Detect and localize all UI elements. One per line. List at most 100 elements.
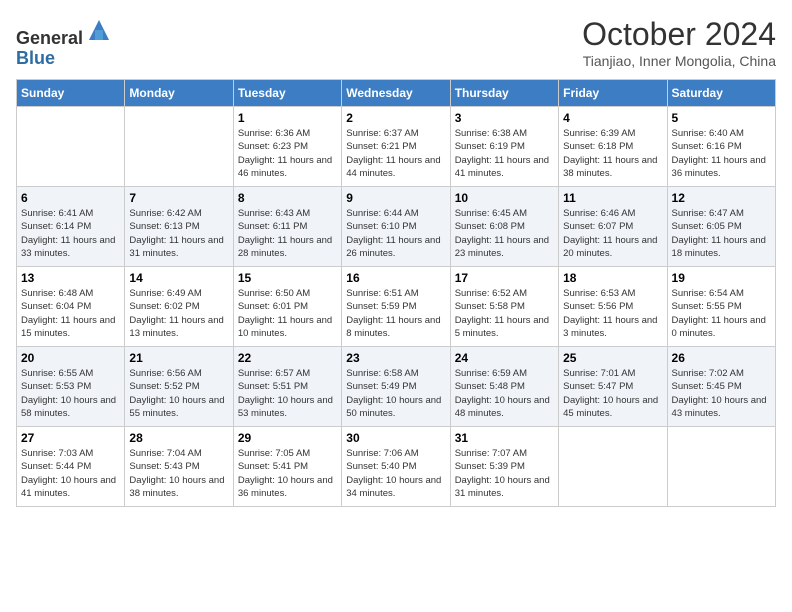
title-block: October 2024 Tianjiao, Inner Mongolia, C… bbox=[582, 16, 776, 69]
day-number: 7 bbox=[129, 191, 228, 205]
day-number: 8 bbox=[238, 191, 337, 205]
day-detail: Sunrise: 6:53 AMSunset: 5:56 PMDaylight:… bbox=[563, 287, 662, 340]
day-number: 1 bbox=[238, 111, 337, 125]
calendar-cell: 14Sunrise: 6:49 AMSunset: 6:02 PMDayligh… bbox=[125, 267, 233, 347]
day-number: 24 bbox=[455, 351, 554, 365]
day-detail: Sunrise: 6:37 AMSunset: 6:21 PMDaylight:… bbox=[346, 127, 445, 180]
day-detail: Sunrise: 6:56 AMSunset: 5:52 PMDaylight:… bbox=[129, 367, 228, 420]
day-detail: Sunrise: 6:36 AMSunset: 6:23 PMDaylight:… bbox=[238, 127, 337, 180]
day-number: 9 bbox=[346, 191, 445, 205]
calendar-body: 1 Sunrise: 6:36 AMSunset: 6:23 PMDaylight… bbox=[17, 107, 776, 507]
weekday-header-tuesday: Tuesday bbox=[233, 80, 341, 107]
day-detail: Sunrise: 7:02 AMSunset: 5:45 PMDaylight:… bbox=[672, 367, 771, 420]
day-number: 6 bbox=[21, 191, 120, 205]
day-detail: Sunrise: 7:04 AMSunset: 5:43 PMDaylight:… bbox=[129, 447, 228, 500]
day-number: 29 bbox=[238, 431, 337, 445]
weekday-header-saturday: Saturday bbox=[667, 80, 775, 107]
calendar-cell: 12 Sunrise: 6:47 AMSunset: 6:05 PMDayligh… bbox=[667, 187, 775, 267]
calendar-cell bbox=[125, 107, 233, 187]
calendar-cell: 30 Sunrise: 7:06 AMSunset: 5:40 PMDayligh… bbox=[342, 427, 450, 507]
day-number: 2 bbox=[346, 111, 445, 125]
day-number: 28 bbox=[129, 431, 228, 445]
day-detail: Sunrise: 6:41 AMSunset: 6:14 PMDaylight:… bbox=[21, 207, 120, 260]
calendar-header-row: SundayMondayTuesdayWednesdayThursdayFrid… bbox=[17, 80, 776, 107]
day-number: 5 bbox=[672, 111, 771, 125]
day-number: 20 bbox=[21, 351, 120, 365]
day-detail: Sunrise: 6:47 AMSunset: 6:05 PMDaylight:… bbox=[672, 207, 771, 260]
weekday-header-wednesday: Wednesday bbox=[342, 80, 450, 107]
day-detail: Sunrise: 6:59 AMSunset: 5:48 PMDaylight:… bbox=[455, 367, 554, 420]
day-number: 30 bbox=[346, 431, 445, 445]
day-detail: Sunrise: 6:55 AMSunset: 5:53 PMDaylight:… bbox=[21, 367, 120, 420]
calendar-cell bbox=[667, 427, 775, 507]
calendar-cell: 13 Sunrise: 6:48 AMSunset: 6:04 PMDayligh… bbox=[17, 267, 125, 347]
day-number: 13 bbox=[21, 271, 120, 285]
calendar-cell: 9 Sunrise: 6:44 AMSunset: 6:10 PMDaylight… bbox=[342, 187, 450, 267]
calendar-cell: 19 Sunrise: 6:54 AMSunset: 5:55 PMDayligh… bbox=[667, 267, 775, 347]
calendar-week-row: 6 Sunrise: 6:41 AMSunset: 6:14 PMDaylight… bbox=[17, 187, 776, 267]
calendar-cell: 18 Sunrise: 6:53 AMSunset: 5:56 PMDayligh… bbox=[559, 267, 667, 347]
calendar-cell: 5 Sunrise: 6:40 AMSunset: 6:16 PMDaylight… bbox=[667, 107, 775, 187]
day-number: 21 bbox=[129, 351, 228, 365]
day-number: 18 bbox=[563, 271, 662, 285]
calendar-cell: 29 Sunrise: 7:05 AMSunset: 5:41 PMDayligh… bbox=[233, 427, 341, 507]
day-number: 27 bbox=[21, 431, 120, 445]
calendar-week-row: 20 Sunrise: 6:55 AMSunset: 5:53 PMDayligh… bbox=[17, 347, 776, 427]
calendar-cell: 27Sunrise: 7:03 AMSunset: 5:44 PMDayligh… bbox=[17, 427, 125, 507]
calendar-cell: 6 Sunrise: 6:41 AMSunset: 6:14 PMDaylight… bbox=[17, 187, 125, 267]
day-detail: Sunrise: 6:48 AMSunset: 6:04 PMDaylight:… bbox=[21, 287, 120, 340]
day-detail: Sunrise: 6:42 AMSunset: 6:13 PMDaylight:… bbox=[129, 207, 228, 260]
page-header: General Blue October 2024 Tianjiao, Inne… bbox=[16, 16, 776, 69]
day-number: 11 bbox=[563, 191, 662, 205]
weekday-header-friday: Friday bbox=[559, 80, 667, 107]
calendar-cell: 21 Sunrise: 6:56 AMSunset: 5:52 PMDayligh… bbox=[125, 347, 233, 427]
day-detail: Sunrise: 7:07 AMSunset: 5:39 PMDaylight:… bbox=[455, 447, 554, 500]
calendar-week-row: 13 Sunrise: 6:48 AMSunset: 6:04 PMDayligh… bbox=[17, 267, 776, 347]
logo: General Blue bbox=[16, 16, 113, 69]
weekday-header-monday: Monday bbox=[125, 80, 233, 107]
day-number: 23 bbox=[346, 351, 445, 365]
calendar-cell: 17Sunrise: 6:52 AMSunset: 5:58 PMDayligh… bbox=[450, 267, 558, 347]
day-detail: Sunrise: 7:01 AMSunset: 5:47 PMDaylight:… bbox=[563, 367, 662, 420]
day-number: 26 bbox=[672, 351, 771, 365]
day-detail: Sunrise: 6:51 AMSunset: 5:59 PMDaylight:… bbox=[346, 287, 445, 340]
calendar-cell: 25 Sunrise: 7:01 AMSunset: 5:47 PMDayligh… bbox=[559, 347, 667, 427]
day-number: 12 bbox=[672, 191, 771, 205]
calendar-cell: 7 Sunrise: 6:42 AMSunset: 6:13 PMDaylight… bbox=[125, 187, 233, 267]
logo-blue-text: Blue bbox=[16, 48, 55, 68]
calendar-cell bbox=[17, 107, 125, 187]
day-number: 14 bbox=[129, 271, 228, 285]
day-number: 25 bbox=[563, 351, 662, 365]
day-detail: Sunrise: 7:05 AMSunset: 5:41 PMDaylight:… bbox=[238, 447, 337, 500]
location: Tianjiao, Inner Mongolia, China bbox=[582, 53, 776, 69]
calendar-cell: 24 Sunrise: 6:59 AMSunset: 5:48 PMDayligh… bbox=[450, 347, 558, 427]
day-detail: Sunrise: 6:39 AMSunset: 6:18 PMDaylight:… bbox=[563, 127, 662, 180]
weekday-header-thursday: Thursday bbox=[450, 80, 558, 107]
day-number: 16 bbox=[346, 271, 445, 285]
logo-icon bbox=[85, 16, 113, 44]
day-detail: Sunrise: 6:45 AMSunset: 6:08 PMDaylight:… bbox=[455, 207, 554, 260]
day-detail: Sunrise: 6:44 AMSunset: 6:10 PMDaylight:… bbox=[346, 207, 445, 260]
day-detail: Sunrise: 6:54 AMSunset: 5:55 PMDaylight:… bbox=[672, 287, 771, 340]
calendar-cell: 16 Sunrise: 6:51 AMSunset: 5:59 PMDayligh… bbox=[342, 267, 450, 347]
calendar-cell: 1 Sunrise: 6:36 AMSunset: 6:23 PMDaylight… bbox=[233, 107, 341, 187]
calendar-cell: 4Sunrise: 6:39 AMSunset: 6:18 PMDaylight… bbox=[559, 107, 667, 187]
day-detail: Sunrise: 6:40 AMSunset: 6:16 PMDaylight:… bbox=[672, 127, 771, 180]
calendar-cell: 15Sunrise: 6:50 AMSunset: 6:01 PMDayligh… bbox=[233, 267, 341, 347]
calendar-cell: 23 Sunrise: 6:58 AMSunset: 5:49 PMDayligh… bbox=[342, 347, 450, 427]
calendar-cell: 8 Sunrise: 6:43 AMSunset: 6:11 PMDaylight… bbox=[233, 187, 341, 267]
calendar-table: SundayMondayTuesdayWednesdayThursdayFrid… bbox=[16, 79, 776, 507]
day-number: 17 bbox=[455, 271, 554, 285]
calendar-cell: 22Sunrise: 6:57 AMSunset: 5:51 PMDayligh… bbox=[233, 347, 341, 427]
calendar-week-row: 1 Sunrise: 6:36 AMSunset: 6:23 PMDaylight… bbox=[17, 107, 776, 187]
day-detail: Sunrise: 6:58 AMSunset: 5:49 PMDaylight:… bbox=[346, 367, 445, 420]
calendar-cell: 28 Sunrise: 7:04 AMSunset: 5:43 PMDayligh… bbox=[125, 427, 233, 507]
day-number: 31 bbox=[455, 431, 554, 445]
day-detail: Sunrise: 6:43 AMSunset: 6:11 PMDaylight:… bbox=[238, 207, 337, 260]
day-detail: Sunrise: 7:06 AMSunset: 5:40 PMDaylight:… bbox=[346, 447, 445, 500]
calendar-cell bbox=[559, 427, 667, 507]
day-number: 19 bbox=[672, 271, 771, 285]
day-detail: Sunrise: 6:38 AMSunset: 6:19 PMDaylight:… bbox=[455, 127, 554, 180]
day-number: 3 bbox=[455, 111, 554, 125]
day-detail: Sunrise: 6:46 AMSunset: 6:07 PMDaylight:… bbox=[563, 207, 662, 260]
